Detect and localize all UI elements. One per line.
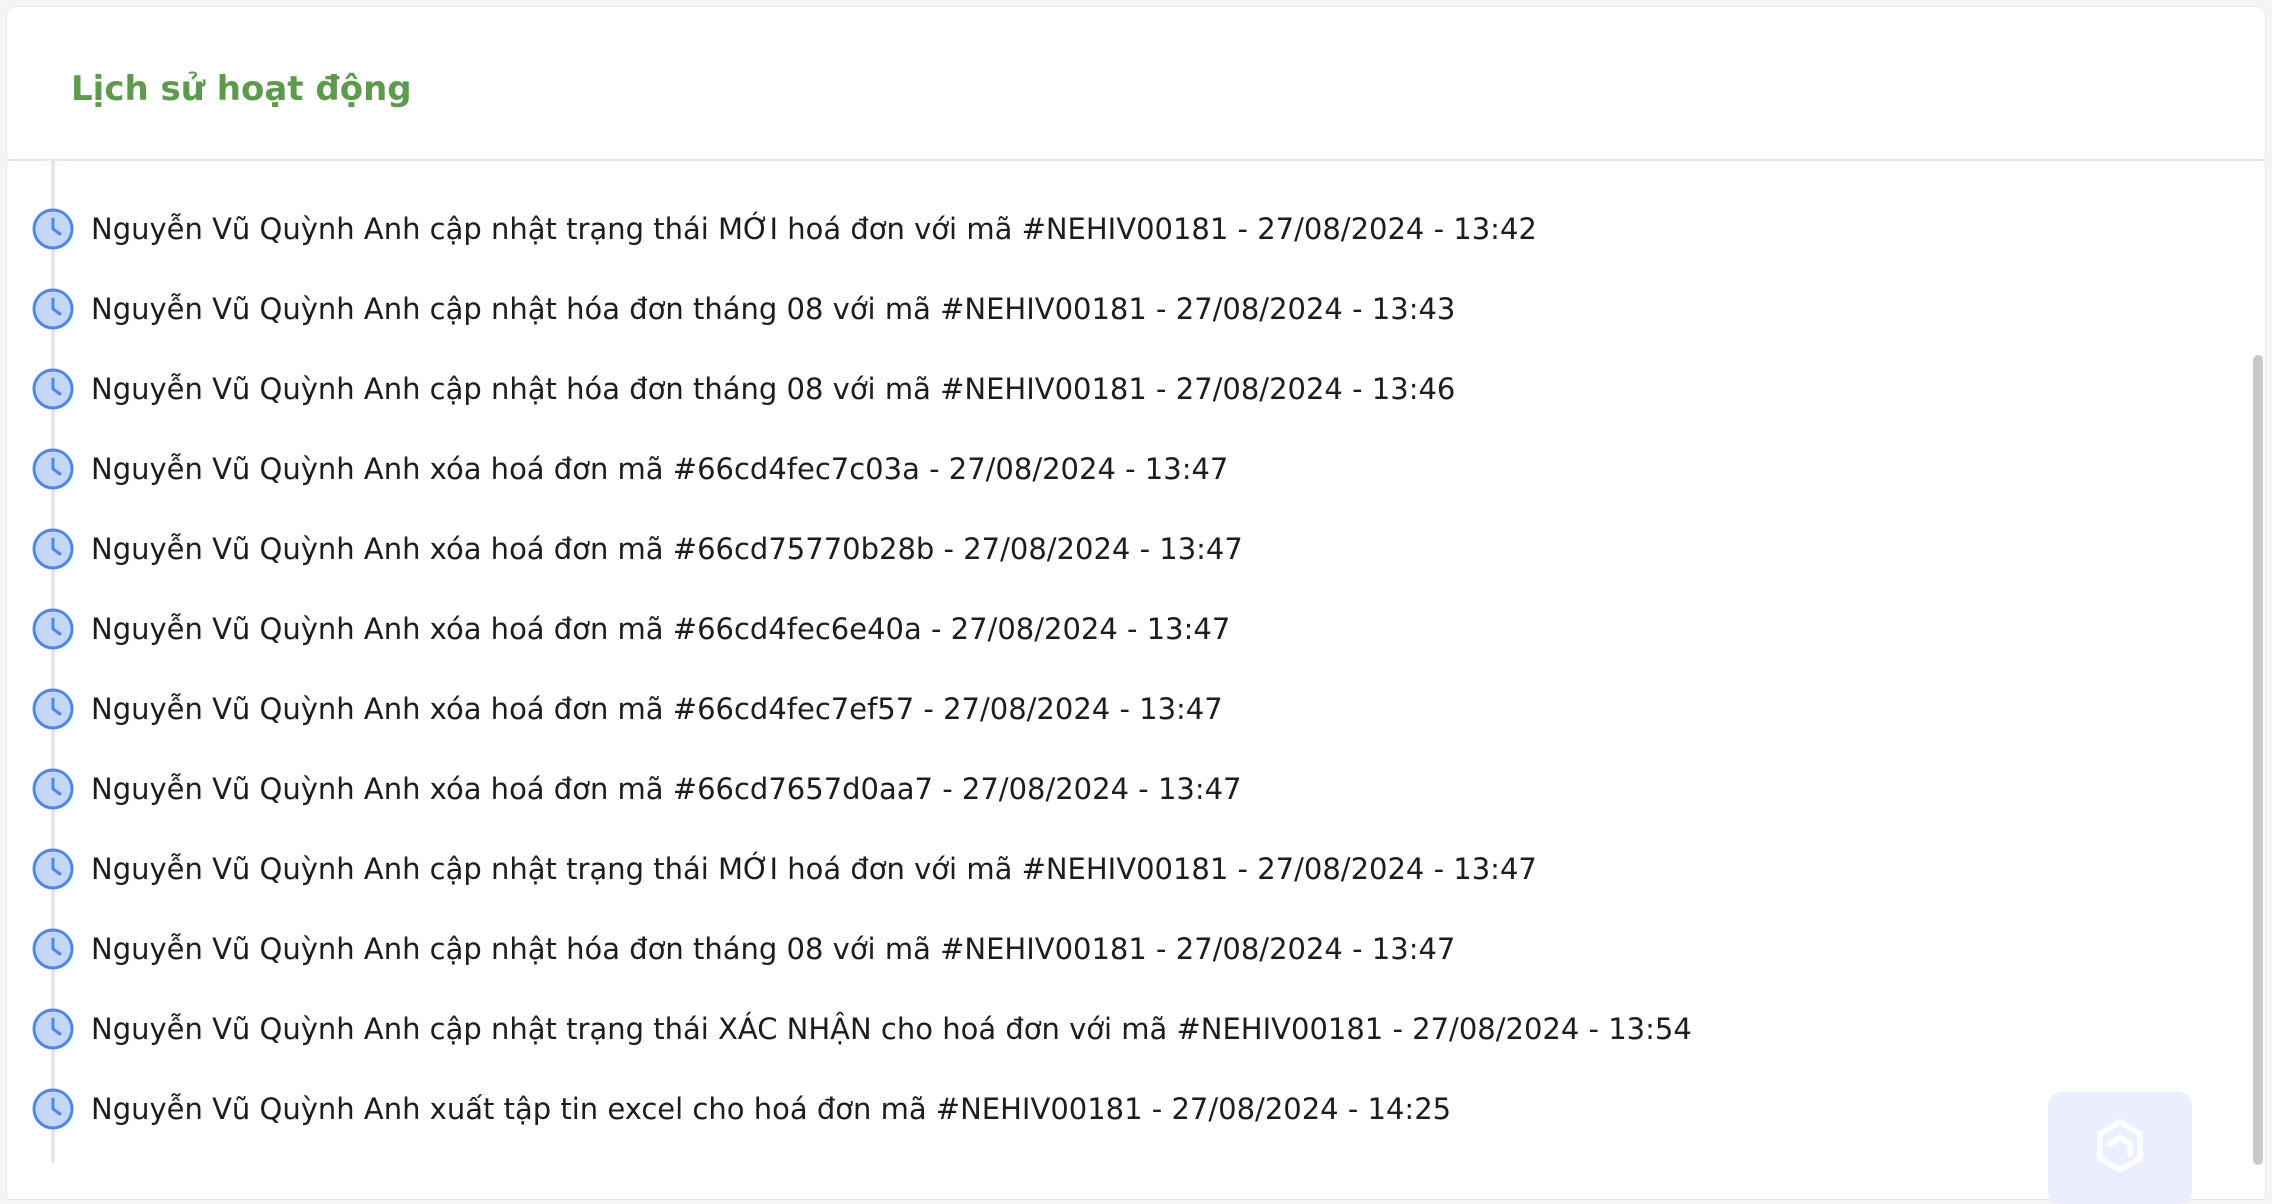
activity-item: Nguyễn Vũ Quỳnh Anh cập nhật hóa đơn thá… [31, 921, 1455, 977]
clock-icon [32, 448, 74, 490]
activity-item: Nguyễn Vũ Quỳnh Anh xóa hoá đơn mã #66cd… [31, 441, 1228, 497]
clock-icon [32, 768, 74, 810]
panel-title: Lịch sử hoạt động [71, 69, 412, 109]
activity-text: Nguyễn Vũ Quỳnh Anh xóa hoá đơn mã #66cd… [91, 692, 1223, 726]
clock-icon [32, 1088, 74, 1130]
activity-text: Nguyễn Vũ Quỳnh Anh cập nhật trạng thái … [91, 1012, 1692, 1046]
clock-icon [32, 1008, 74, 1050]
activity-item: Nguyễn Vũ Quỳnh Anh cập nhật hóa đơn thá… [31, 361, 1455, 417]
activity-item: Nguyễn Vũ Quỳnh Anh cập nhật trạng thái … [31, 201, 1537, 257]
activity-item: Nguyễn Vũ Quỳnh Anh cập nhật trạng thái … [31, 1001, 1692, 1057]
clock-icon [32, 528, 74, 570]
clock-icon [32, 688, 74, 730]
activity-item: Nguyễn Vũ Quỳnh Anh xuất tập tin excel c… [31, 1081, 1451, 1137]
clock-icon [32, 608, 74, 650]
panel-header: Lịch sử hoạt động [7, 7, 2265, 161]
activity-text: Nguyễn Vũ Quỳnh Anh xuất tập tin excel c… [91, 1092, 1452, 1126]
activity-item: Nguyễn Vũ Quỳnh Anh xóa hoá đơn mã #66cd… [31, 601, 1230, 657]
clock-icon [32, 928, 74, 970]
help-widget-button[interactable] [2048, 1092, 2192, 1204]
activity-item: Nguyễn Vũ Quỳnh Anh cập nhật trạng thái … [31, 841, 1537, 897]
activity-text: Nguyễn Vũ Quỳnh Anh cập nhật trạng thái … [91, 212, 1537, 246]
activity-item: Nguyễn Vũ Quỳnh Anh xóa hoá đơn mã #66cd… [31, 521, 1243, 577]
clock-icon [32, 848, 74, 890]
activity-text: Nguyễn Vũ Quỳnh Anh xóa hoá đơn mã #66cd… [91, 612, 1231, 646]
clock-icon [32, 288, 74, 330]
activity-item: Nguyễn Vũ Quỳnh Anh xóa hoá đơn mã #66cd… [31, 681, 1223, 737]
activity-text: Nguyễn Vũ Quỳnh Anh xóa hoá đơn mã #66cd… [91, 772, 1242, 806]
activity-text: Nguyễn Vũ Quỳnh Anh cập nhật hóa đơn thá… [91, 292, 1456, 326]
activity-text: Nguyễn Vũ Quỳnh Anh cập nhật hóa đơn thá… [91, 932, 1456, 966]
activity-text: Nguyễn Vũ Quỳnh Anh cập nhật hóa đơn thá… [91, 372, 1456, 406]
vertical-scrollbar[interactable] [2251, 159, 2265, 1199]
clock-icon [32, 208, 74, 250]
activity-text: Nguyễn Vũ Quỳnh Anh cập nhật trạng thái … [91, 852, 1537, 886]
activity-item: Nguyễn Vũ Quỳnh Anh xóa hoá đơn mã #66cd… [31, 761, 1242, 817]
activity-timeline[interactable]: Nguyễn Vũ Quỳnh Anh cập nhật trạng thái … [7, 7, 2251, 1199]
scrollbar-thumb[interactable] [2253, 355, 2263, 1165]
activity-text: Nguyễn Vũ Quỳnh Anh xóa hoá đơn mã #66cd… [91, 532, 1243, 566]
clock-icon [32, 368, 74, 410]
activity-item: Nguyễn Vũ Quỳnh Anh cập nhật hóa đơn thá… [31, 281, 1455, 337]
activity-text: Nguyễn Vũ Quỳnh Anh xóa hoá đơn mã #66cd… [91, 452, 1229, 486]
activity-history-panel: Nguyễn Vũ Quỳnh Anh cập nhật trạng thái … [6, 6, 2266, 1200]
help-widget-icon [2097, 1119, 2143, 1173]
